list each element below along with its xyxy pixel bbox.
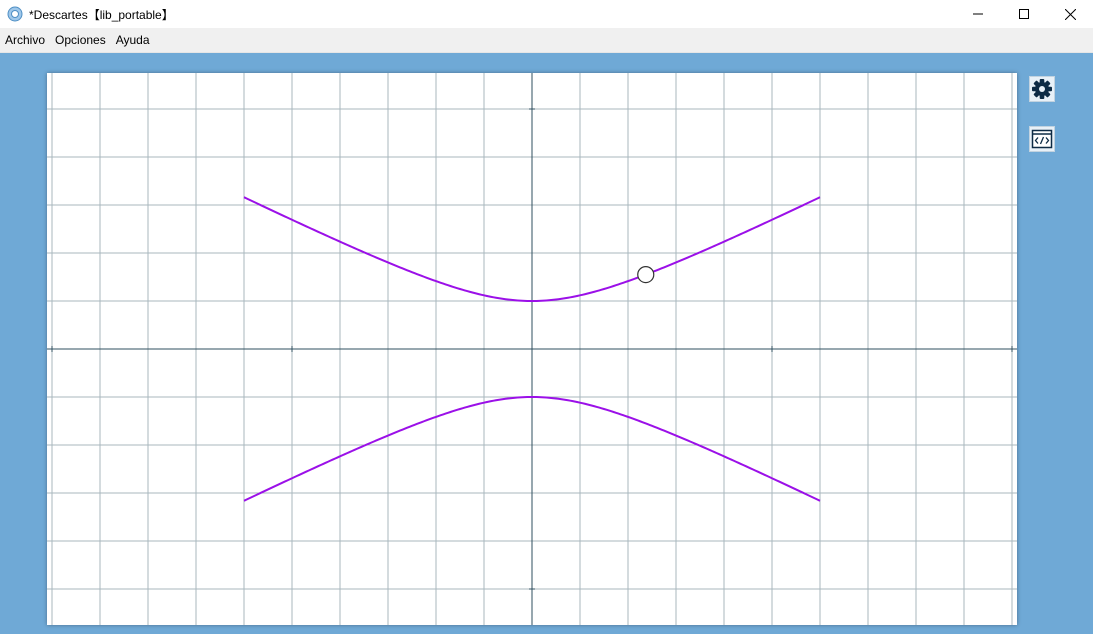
- menu-archivo[interactable]: Archivo: [0, 28, 50, 52]
- title-bar: *Descartes【lib_portable】: [0, 0, 1093, 28]
- settings-button[interactable]: [1028, 75, 1056, 103]
- graph-plot[interactable]: [47, 73, 1017, 625]
- window-title: *Descartes【lib_portable】: [29, 7, 174, 22]
- menu-opciones[interactable]: Opciones: [50, 28, 111, 52]
- axes: [47, 73, 1017, 625]
- minimize-button[interactable]: [955, 0, 1001, 28]
- close-icon: [1064, 8, 1076, 20]
- window-controls: [955, 0, 1093, 28]
- close-button[interactable]: [1047, 0, 1093, 28]
- gear-icon: [1029, 76, 1055, 102]
- graph-canvas[interactable]: [47, 73, 1017, 625]
- maximize-icon: [1019, 9, 1029, 19]
- minimize-icon: [973, 13, 983, 15]
- maximize-button[interactable]: [1001, 0, 1047, 28]
- menu-bar: Archivo Opciones Ayuda: [0, 28, 1093, 53]
- draggable-control-point[interactable]: [637, 266, 655, 284]
- menu-ayuda[interactable]: Ayuda: [111, 28, 155, 52]
- code-window-icon: [1029, 126, 1055, 152]
- descartes-logo-icon: [7, 6, 23, 22]
- control-points: [637, 266, 655, 284]
- code-button[interactable]: [1028, 125, 1056, 153]
